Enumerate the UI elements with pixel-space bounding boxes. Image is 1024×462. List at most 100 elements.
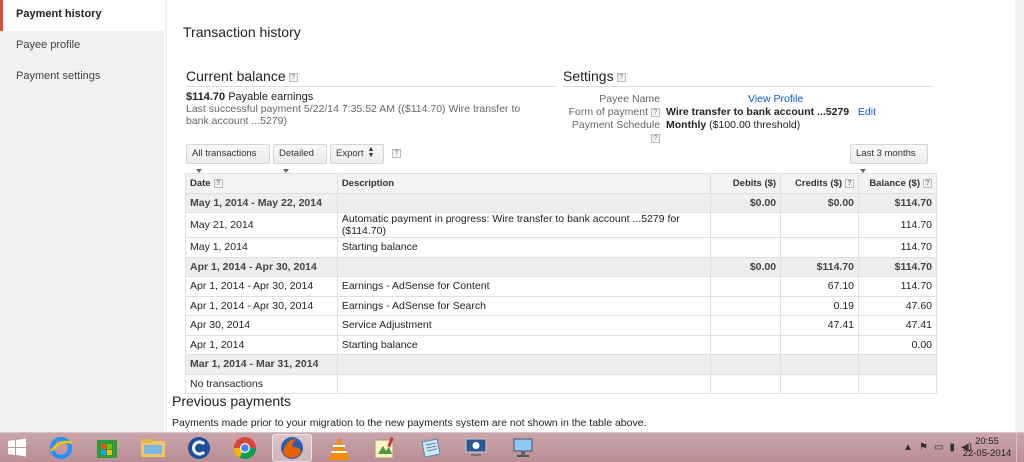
cell-credits: 0.19: [780, 295, 860, 316]
cell-date: Mar 1, 2014 - Mar 31, 2014: [185, 354, 338, 375]
cell-credits: $0.00: [780, 192, 860, 213]
table-row: Apr 1, 2014 - Apr 30, 2014 Earnings - AdS…: [185, 276, 937, 297]
sidebar: Payment history Payee profile Payment se…: [0, 0, 164, 432]
windows-start-icon[interactable]: [6, 437, 28, 459]
cell-debits: [710, 212, 782, 238]
tray-up-arrow-icon[interactable]: ▲: [903, 442, 913, 453]
show-desktop-button[interactable]: [1016, 433, 1024, 462]
table-row: May 1, 2014 Starting balance 114.70: [185, 237, 937, 258]
cell-debits: [710, 354, 782, 375]
cell-balance: [858, 354, 937, 375]
cell-balance: 114.70: [858, 212, 937, 238]
cell-date: Apr 1, 2014 - Apr 30, 2014: [185, 256, 338, 277]
cell-balance: 0.00: [858, 334, 937, 355]
cell-debits: [710, 315, 782, 336]
updown-icon: ▲ ▼: [367, 146, 375, 160]
col-date: Date?: [185, 173, 338, 194]
taskbar-app-file-explorer[interactable]: [133, 434, 173, 462]
cell-date: No transactions: [185, 373, 338, 394]
help-icon[interactable]: ?: [845, 178, 855, 188]
cell-description: [336, 354, 712, 375]
taskbar-app-chrome[interactable]: [225, 434, 265, 462]
form-of-payment-row: Form of payment? Wire transfer to bank a…: [568, 106, 876, 118]
help-icon[interactable]: ?: [392, 149, 401, 158]
taskbar-app-ccleaner[interactable]: [179, 434, 219, 462]
clock[interactable]: 20:55 22-05-2014: [962, 436, 1012, 460]
paint-icon: [374, 436, 394, 459]
cell-debits: [710, 373, 782, 394]
cell-credits: [780, 212, 860, 238]
help-icon[interactable]: ?: [616, 72, 626, 82]
help-icon[interactable]: ?: [923, 178, 932, 188]
cell-date: Apr 1, 2014 - Apr 30, 2014: [185, 295, 338, 316]
network-icon[interactable]: ▮: [949, 442, 955, 453]
help-icon[interactable]: ?: [651, 133, 660, 143]
cell-balance: [858, 373, 937, 394]
table-row: May 21, 2014 Automatic payment in progres…: [185, 212, 937, 238]
cell-debits: [710, 295, 782, 316]
settings-heading: Settings?: [563, 68, 933, 87]
cell-debits: [710, 334, 782, 355]
sidebar-item-payment-settings[interactable]: Payment settings: [0, 62, 164, 93]
help-icon[interactable]: ?: [213, 178, 223, 188]
cell-balance: $114.70: [858, 192, 937, 213]
cell-balance: 47.60: [858, 295, 937, 316]
cell-credits: [780, 334, 860, 355]
detail-dropdown[interactable]: Detailed: [273, 144, 327, 174]
date-range-dropdown[interactable]: Last 3 months: [850, 144, 928, 174]
cell-date: May 21, 2014: [185, 212, 338, 238]
table-header-row: Date? Description Debits ($) Credits ($)…: [185, 173, 937, 194]
help-icon[interactable]: ?: [288, 72, 298, 82]
previous-payments-heading: Previous payments: [172, 393, 292, 409]
transactions-toolbar: All transactions Detailed Export ▲ ▼ ? Las…: [186, 144, 928, 174]
cell-debits: $0.00: [710, 192, 782, 213]
ccleaner-icon: [188, 437, 210, 459]
table-row: Apr 1, 2014 Starting balance 0.00: [185, 334, 937, 355]
taskbar-app-network[interactable]: [503, 434, 543, 462]
cell-description: [336, 256, 712, 277]
cell-balance: 47.41: [858, 315, 937, 336]
taskbar-app-remote-desktop[interactable]: [456, 434, 496, 462]
payment-schedule-row: Payment Schedule? Monthly ($100.00 thres…: [571, 119, 801, 143]
table-row: Apr 1, 2014 - Apr 30, 2014 Earnings - AdS…: [185, 295, 937, 316]
current-balance-section: Current balance? $114.70 Payable earning…: [186, 68, 556, 127]
flag-icon[interactable]: ⚑: [919, 442, 928, 453]
cell-credits: [780, 354, 860, 375]
filter-dropdown[interactable]: All transactions: [186, 144, 270, 174]
taskbar-app-store[interactable]: [87, 434, 127, 462]
cell-credits: [780, 237, 860, 258]
cell-description: [336, 192, 712, 213]
store-icon: [97, 440, 117, 458]
cell-date: Apr 30, 2014: [185, 315, 338, 336]
taskbar-app-notepad[interactable]: [411, 434, 451, 462]
cell-description: Earnings - AdSense for Content: [336, 276, 712, 297]
cell-description: Starting balance: [336, 237, 712, 258]
cell-credits: $114.70: [780, 256, 860, 277]
help-icon[interactable]: ?: [651, 107, 660, 117]
taskbar-app-ie[interactable]: [41, 434, 81, 462]
col-credits: Credits ($)?: [780, 173, 860, 194]
table-row: Apr 30, 2014 Service Adjustment 47.41 47.41: [185, 315, 937, 336]
sidebar-item-payee-profile[interactable]: Payee profile: [0, 31, 164, 62]
view-profile-link[interactable]: View Profile: [748, 93, 803, 105]
chrome-icon: [234, 437, 256, 459]
previous-payments-note: Payments made prior to your migration to…: [172, 417, 647, 429]
table-row: No transactions: [185, 373, 937, 394]
sidebar-item-payment-history[interactable]: Payment history: [0, 0, 164, 31]
balance-amount: $114.70 Payable earnings: [186, 91, 314, 103]
edit-link[interactable]: Edit: [858, 106, 876, 118]
transactions-table: Date? Description Debits ($) Credits ($)…: [185, 173, 937, 394]
cell-balance: $114.70: [858, 256, 937, 277]
remote-desktop-icon: [465, 438, 487, 456]
cell-description: Starting balance: [336, 334, 712, 355]
taskbar-app-paint[interactable]: [365, 434, 405, 462]
firefox-icon: [281, 437, 303, 459]
taskbar-app-vlc[interactable]: [319, 434, 359, 462]
content-card: Transaction history Current balance? $11…: [167, 0, 1015, 432]
export-dropdown[interactable]: Export ▲ ▼: [330, 144, 384, 164]
cell-description: [336, 373, 712, 394]
period-row: May 1, 2014 - May 22, 2014 $0.00 $0.00 $114…: [185, 192, 937, 213]
taskbar-app-firefox[interactable]: [272, 434, 312, 462]
cell-balance: 114.70: [858, 237, 937, 258]
battery-icon[interactable]: ▭: [934, 442, 943, 453]
